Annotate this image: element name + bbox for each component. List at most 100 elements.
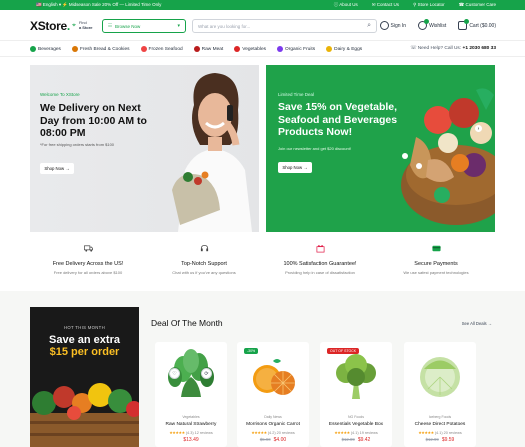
promo-banner-text: ⚡ Midseason Sale 20% Off — Limited Time … [62, 2, 162, 7]
feature-desc: Free delivery for all orders above $100 [53, 270, 123, 275]
product-rating: ★★★★★ (4.1) 19 reviews [320, 430, 392, 435]
category-item[interactable]: Vegetables [234, 46, 266, 52]
category-label: Frozen Seafood [148, 46, 183, 52]
user-icon [379, 21, 389, 30]
product-name[interactable]: Essentials Vegetable Box [320, 422, 392, 427]
language-label: English [42, 2, 58, 7]
feature-free-delivery: Free Delivery Across the US! Free delive… [30, 243, 146, 283]
original-price: $12.89 [341, 437, 355, 442]
store-locator-label: Store Locator [417, 2, 445, 7]
heart-gift-icon [316, 245, 324, 253]
helpline: ☏ Need Help? Call Us: +1 2030 680 33 [410, 46, 496, 51]
see-all-deals-link[interactable]: See All Deals → [462, 321, 492, 326]
search-icon[interactable]: ⌕ [367, 22, 371, 30]
category-item[interactable]: Beverages [30, 46, 61, 52]
star-rating: ★★★★★ [334, 431, 350, 435]
star-rating: ★★★★★ [418, 431, 434, 435]
hero-left-kicker: Welcome To XStore [40, 92, 80, 97]
category-label: Fresh Bread & Cookies [79, 46, 130, 52]
top-announcement-bar: 🇺🇸 English ▾ ⚡ Midseason Sale 20% Off — … [0, 0, 525, 10]
find-store-line2: a Store [78, 25, 93, 30]
language-selector[interactable]: 🇺🇸 English ▾ [36, 2, 61, 8]
product-price: $12.89 $9.42 [320, 437, 392, 443]
category-item[interactable]: Dairy & Eggs [326, 46, 362, 52]
category-icon [234, 46, 241, 52]
feature-desc: We use safest payment technologies [403, 270, 469, 275]
sale-price: $9.59 [441, 437, 455, 443]
headset-icon [200, 244, 208, 252]
header-actions: Sign In Wishlist Cart ($0.00) [379, 19, 496, 30]
category-item[interactable]: Fresh Bread & Cookies [71, 46, 130, 52]
carousel-next-button[interactable]: › [475, 125, 482, 132]
product-name[interactable]: Cheese Direct Potatoes [404, 422, 476, 427]
promo-kicker: HOT THIS MONTH [63, 325, 106, 330]
search-placeholder: What are you looking for... [198, 24, 251, 29]
grid-icon: ☷ [108, 23, 113, 28]
category-nav: Beverages Fresh Bread & Cookies Frozen Sea… [0, 40, 525, 57]
logo[interactable]: XStore. [30, 19, 70, 33]
hero-delivery-banner[interactable]: Welcome To XStore We Delivery on Next Da… [30, 65, 259, 232]
browse-categories-dropdown[interactable]: ☷ Browse Now ▾ [102, 19, 186, 33]
map-pin-icon: ⌖ [72, 21, 76, 29]
category-icon [193, 46, 200, 52]
hero-right-shop-button[interactable]: Shop Now → [278, 162, 312, 173]
category-item[interactable]: Organic Fruits [277, 46, 315, 52]
about-us-link[interactable]: ⓘ About Us [334, 2, 358, 8]
category-item[interactable]: Frozen Seafood [140, 46, 183, 52]
feature-satisfaction: 100% Satisfaction Guarantee! Providing h… [262, 243, 378, 283]
review-count: (4.1) 20 reviews [434, 431, 462, 435]
feature-title: 100% Satisfaction Guarantee! [283, 261, 357, 267]
card-icon [431, 245, 441, 252]
product-name[interactable]: Raw Natural Strawberry [155, 422, 227, 427]
review-count: (4.2) 20 reviews [267, 431, 295, 435]
sign-in-label: Sign In [390, 22, 407, 29]
wishlist-heart-icon[interactable]: ♡ [169, 368, 180, 379]
sale-price: $4.00 [273, 437, 287, 443]
product-price: $12.99 $9.59 [404, 437, 476, 443]
product-rating: ★★★★★ (4.3) 12 reviews [155, 430, 227, 435]
cart-label: Cart ($0.00) [469, 22, 496, 29]
original-price: $12.99 [425, 437, 439, 442]
product-image [253, 359, 295, 395]
hot-this-month-promo[interactable]: HOT THIS MONTH Save an extra $15 per ord… [30, 307, 139, 447]
product-vendor: NG Foods [348, 415, 364, 419]
helpline-number[interactable]: +1 2030 680 33 [463, 46, 496, 51]
carousel-dot[interactable] [416, 163, 422, 169]
carousel-dot[interactable] [402, 153, 408, 159]
customer-care-link[interactable]: ☎ Customer Care [459, 2, 496, 8]
product-price: $13.49 [155, 437, 227, 443]
category-label: Vegetables [242, 46, 267, 52]
hero-left-shop-button[interactable]: Shop Now → [40, 163, 74, 174]
hero-discount-banner[interactable]: Limited Time Deal Save 15% on Vegetable,… [266, 65, 495, 232]
product-name[interactable]: Morrisons Organic Carrot [237, 422, 309, 427]
product-card[interactable]: ♡ ⟳ Vegetables Raw Natural Strawberry ★★… [155, 342, 227, 447]
store-locator-link[interactable]: ⚲ Store Locator [413, 2, 445, 8]
contact-us-label: Contact Us [376, 2, 400, 7]
category-list: Beverages Fresh Bread & Cookies Frozen Sea… [30, 46, 362, 52]
promo-label: Midseason Sale 20% Off — Limited Time On… [68, 2, 162, 7]
category-icon [71, 46, 78, 52]
wishlist-button[interactable]: Wishlist [418, 19, 446, 30]
product-vendor: Iceberg Foods [428, 415, 452, 419]
product-card[interactable]: -30% Daily News Morrisons Organic Carrot… [237, 342, 309, 447]
contact-us-link[interactable]: ✉ Contact Us [372, 2, 399, 8]
category-item[interactable]: Raw Meat [193, 46, 223, 52]
promo-headline: Save an extra $15 per order [30, 334, 139, 358]
product-card[interactable]: OUT OF STOCK NG Foods Essentials Vegetab… [320, 342, 392, 447]
customer-care-label: Customer Care [465, 2, 496, 7]
search-input[interactable]: What are you looking for... ⌕ [192, 19, 377, 33]
star-rating: ★★★★★ [169, 431, 185, 435]
quick-view-icon[interactable]: ⟳ [201, 368, 212, 379]
truck-icon [83, 245, 93, 252]
hero-right-kicker: Limited Time Deal [278, 92, 315, 97]
sign-in-button[interactable]: Sign In [379, 21, 407, 30]
product-card[interactable]: Iceberg Foods Cheese Direct Potatoes ★★★… [404, 342, 476, 447]
logo-text: XStore [30, 19, 67, 33]
feature-strip: Free Delivery Across the US! Free delive… [30, 243, 495, 283]
product-vendor: Daily News [264, 415, 282, 419]
main-header: XStore. ⌖ Find a Store ☷ Browse Now ▾ Wha… [0, 10, 525, 40]
star-rating: ★★★★★ [251, 431, 267, 435]
cart-button[interactable]: Cart ($0.00) [458, 19, 496, 30]
find-store[interactable]: ⌖ Find a Store [72, 20, 93, 30]
category-label: Beverages [38, 46, 61, 52]
